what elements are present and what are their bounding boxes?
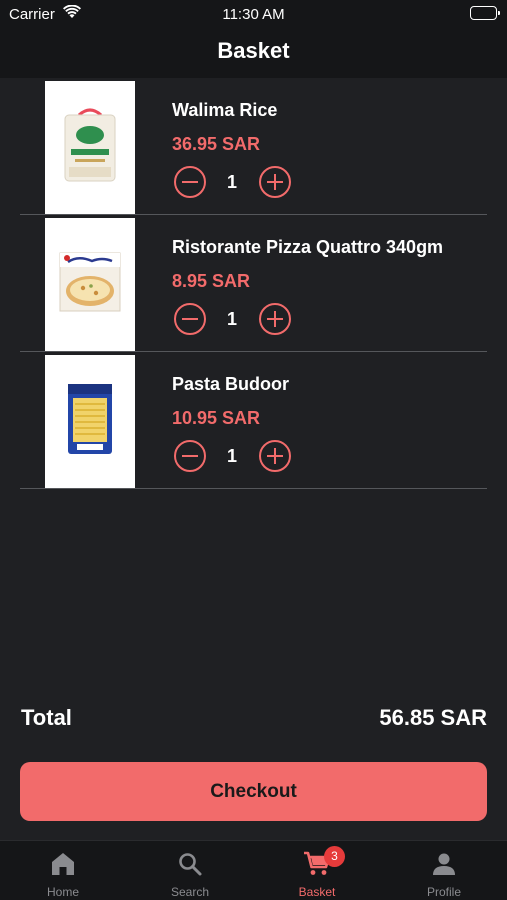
tab-home-label: Home (46, 885, 79, 899)
product-price: 36.95 SAR (172, 134, 261, 154)
quantity-value: 1 (226, 172, 237, 192)
status-time: 11:30 AM (222, 6, 285, 23)
profile-icon (431, 851, 457, 882)
minus-icon (182, 180, 198, 184)
product-image (45, 355, 135, 488)
total-label: Total (21, 705, 72, 730)
decrease-quantity-button[interactable] (174, 440, 206, 472)
navigation-bar: Basket (0, 28, 507, 78)
tab-basket[interactable]: 3 Basket (254, 841, 380, 900)
tab-search[interactable]: Search (127, 841, 253, 900)
increase-quantity-button[interactable] (259, 303, 291, 335)
total-row: Total 56.85 SAR (21, 705, 487, 735)
quantity-value: 1 (226, 309, 237, 329)
checkout-button[interactable]: Checkout (20, 762, 487, 821)
quantity-value: 1 (226, 446, 237, 466)
product-image (45, 81, 135, 214)
product-price: 10.95 SAR (172, 408, 261, 428)
product-price: 8.95 SAR (172, 271, 251, 291)
tab-home[interactable]: Home (0, 841, 126, 900)
page-title: Basket (217, 38, 290, 63)
tab-profile-label: Profile (426, 885, 461, 899)
home-icon (50, 851, 76, 882)
basket-item: Walima Rice 36.95 SAR 1 (20, 78, 487, 215)
tab-profile[interactable]: Profile (381, 841, 507, 900)
basket-item: Pasta Budoor 10.95 SAR 1 (20, 352, 487, 489)
basket-list: Walima Rice 36.95 SAR 1 Ristorante Pizza… (0, 78, 507, 489)
product-name: Walima Rice (172, 100, 278, 120)
decrease-quantity-button[interactable] (174, 166, 206, 198)
product-name: Pasta Budoor (172, 374, 290, 394)
product-image (45, 218, 135, 351)
tab-search-label: Search (170, 885, 210, 899)
product-name: Ristorante Pizza Quattro 340gm (172, 237, 444, 257)
tab-basket-label: Basket (298, 885, 336, 899)
increase-quantity-button[interactable] (259, 440, 291, 472)
pizza-box-icon (58, 249, 122, 320)
tab-bar: Home Search 3 Basket Profile (0, 840, 507, 900)
cart-count-badge: 3 (324, 846, 345, 867)
search-icon (177, 851, 203, 882)
decrease-quantity-button[interactable] (174, 303, 206, 335)
total-value: 56.85 SAR (379, 705, 487, 730)
status-bar: Carrier 11:30 AM (0, 0, 507, 28)
battery-icon (470, 6, 500, 20)
rice-bag-icon (59, 105, 121, 190)
increase-quantity-button[interactable] (259, 166, 291, 198)
minus-icon (182, 454, 198, 458)
basket-item: Ristorante Pizza Quattro 340gm 8.95 SAR … (20, 215, 487, 352)
minus-icon (182, 317, 198, 321)
pasta-bag-icon (65, 382, 115, 461)
